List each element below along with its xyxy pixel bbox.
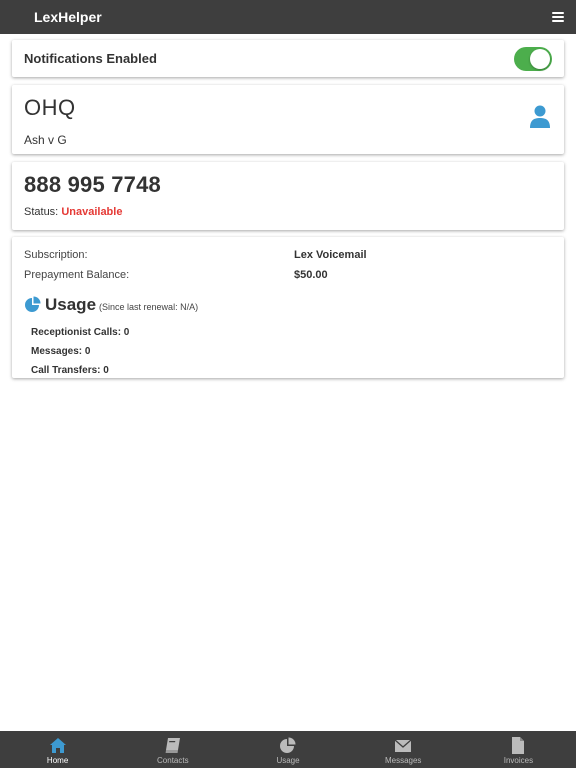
subscription-value: Lex Voicemail <box>294 249 367 261</box>
usage-heading: Usage (Since last renewal: N/A) <box>24 295 552 315</box>
envelope-icon <box>394 739 412 752</box>
app-title: LexHelper <box>34 9 102 25</box>
tab-label: Home <box>46 756 69 765</box>
balance-value: $50.00 <box>294 269 328 281</box>
user-icon[interactable] <box>530 105 550 129</box>
app-header: LexHelper <box>0 0 576 34</box>
subscription-label: Subscription: <box>24 249 88 261</box>
status-value: Unavailable <box>61 206 123 218</box>
account-name: Ash v G <box>24 133 67 147</box>
tab-contacts[interactable]: Contacts <box>115 731 230 768</box>
pie-chart-icon <box>280 737 296 753</box>
usage-list: Receptionist Calls: 0 Messages: 0 Call T… <box>24 323 552 380</box>
file-icon <box>512 737 525 754</box>
main-content: Notifications Enabled OHQ Ash v G 888 99… <box>0 34 576 731</box>
subscription-card: Subscription: Lex Voicemail Prepayment B… <box>12 237 564 378</box>
toggle-knob <box>530 48 550 69</box>
tab-label: Messages <box>384 756 422 765</box>
account-card: OHQ Ash v G <box>12 85 564 154</box>
phone-number: 888 995 7748 <box>24 172 161 197</box>
account-code: OHQ <box>24 95 76 120</box>
phone-card: 888 995 7748 Status: Unavailable <box>12 162 564 230</box>
subscription-row: Subscription: Lex Voicemail <box>24 245 552 265</box>
usage-title: Usage <box>45 295 97 314</box>
status-line: Status: Unavailable <box>24 206 552 218</box>
tab-usage[interactable]: Usage <box>230 731 345 768</box>
usage-note: (Since last renewal: N/A) <box>99 302 199 312</box>
status-label: Status: <box>24 206 59 218</box>
tab-invoices[interactable]: Invoices <box>461 731 576 768</box>
tab-label: Contacts <box>157 756 189 765</box>
bottom-tab-bar: Home Contacts Usage Messages Invoices <box>0 731 576 768</box>
notifications-toggle[interactable] <box>514 46 552 71</box>
balance-row: Prepayment Balance: $50.00 <box>24 265 552 285</box>
balance-label: Prepayment Balance: <box>24 269 130 281</box>
home-icon <box>49 738 66 753</box>
usage-item: Receptionist Calls: 0 <box>31 327 130 338</box>
tab-label: Usage <box>276 756 300 765</box>
tab-messages[interactable]: Messages <box>346 731 461 768</box>
hamburger-icon[interactable] <box>552 12 564 22</box>
book-icon <box>165 738 180 753</box>
tab-home[interactable]: Home <box>0 731 115 768</box>
notifications-label: Notifications Enabled <box>24 51 157 66</box>
usage-item: Call Transfers: 0 <box>31 365 109 376</box>
notifications-card: Notifications Enabled <box>12 40 564 77</box>
pie-chart-icon <box>25 296 41 312</box>
usage-item: Messages: 0 <box>31 346 91 357</box>
tab-label: Invoices <box>503 756 534 765</box>
